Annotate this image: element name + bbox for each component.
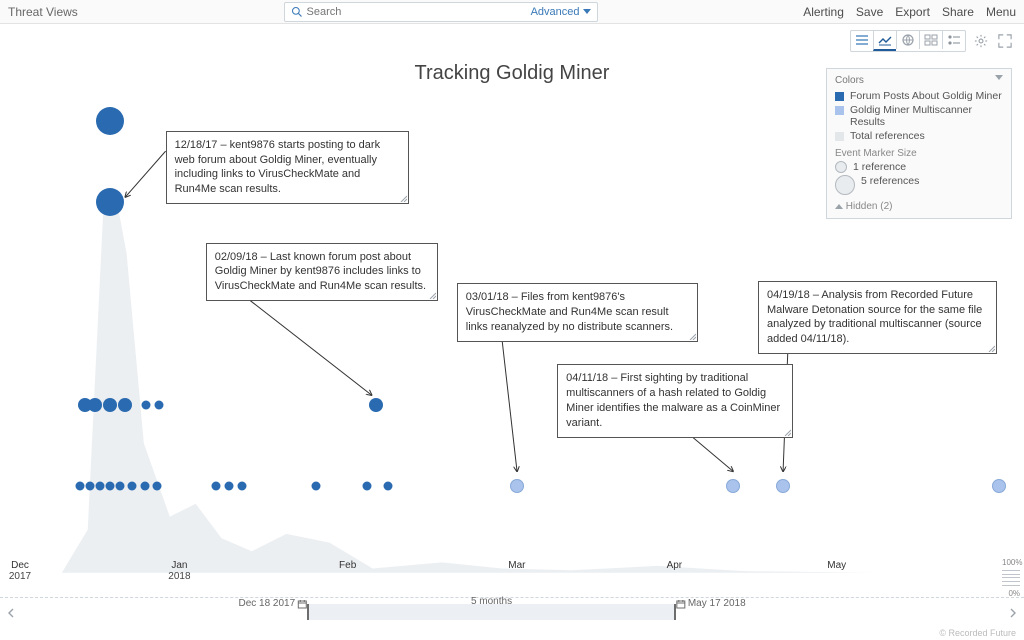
scroll-left-icon[interactable] <box>4 606 18 620</box>
view-list[interactable] <box>851 31 873 49</box>
x-tick: Feb <box>339 560 356 571</box>
y-percent-scale: 100% 0% <box>1002 558 1020 598</box>
resize-icon[interactable] <box>428 291 436 299</box>
x-tick: Apr <box>667 560 683 571</box>
brush-end-handle[interactable]: May 17 2018 <box>676 598 746 609</box>
action-menu[interactable]: Menu <box>986 5 1016 19</box>
x-tick: Dec2017 <box>9 560 31 582</box>
expand-icon[interactable] <box>996 32 1014 50</box>
chart-callout[interactable]: 03/01/18 – Files from kent9876's VirusCh… <box>457 283 698 342</box>
brush-end-label: May 17 2018 <box>688 598 746 609</box>
chevron-down-icon <box>583 9 591 14</box>
time-brush[interactable]: Dec 18 2017 5 months May 17 2018 <box>307 604 676 620</box>
calendar-icon <box>297 599 307 609</box>
brush-start-handle[interactable]: Dec 18 2017 <box>238 598 307 609</box>
view-mode-group <box>850 30 966 52</box>
view-details[interactable] <box>942 31 965 49</box>
brush-duration: 5 months <box>471 596 512 607</box>
chart-callouts: 12/18/17 – kent9876 starts posting to da… <box>10 80 1014 588</box>
chart-callout[interactable]: 04/11/18 – First sighting by traditional… <box>557 364 793 437</box>
brush-start-label: Dec 18 2017 <box>238 598 295 609</box>
scroll-right-icon[interactable] <box>1006 606 1020 620</box>
chart-callout[interactable]: 04/19/18 – Analysis from Recorded Future… <box>758 281 997 354</box>
action-alerting[interactable]: Alerting <box>803 5 844 19</box>
pct-bottom: 0% <box>1002 589 1020 598</box>
calendar-icon <box>676 599 686 609</box>
search-input[interactable] <box>303 6 531 18</box>
top-actions: Alerting Save Export Share Menu <box>803 5 1016 19</box>
action-export[interactable]: Export <box>895 5 930 19</box>
top-bar: Threat Views Advanced Alerting Save Expo… <box>0 0 1024 24</box>
view-table[interactable] <box>919 31 942 49</box>
resize-icon[interactable] <box>688 332 696 340</box>
gear-icon[interactable] <box>972 32 990 50</box>
x-tick: Mar <box>508 560 525 571</box>
search-advanced-toggle[interactable]: Advanced <box>531 6 591 18</box>
resize-icon[interactable] <box>783 428 791 436</box>
search-advanced-label: Advanced <box>531 6 580 18</box>
view-timeline[interactable] <box>873 31 896 51</box>
chart-callout[interactable]: 12/18/17 – kent9876 starts posting to da… <box>166 131 409 204</box>
time-scrubber[interactable]: Dec 18 2017 5 months May 17 2018 100% 0% <box>0 597 1024 626</box>
action-save[interactable]: Save <box>856 5 883 19</box>
view-toolbar <box>0 24 1024 56</box>
chart-x-axis: Dec2017Jan2018FebMarAprMay <box>20 560 1004 588</box>
search-wrap: Advanced <box>78 2 803 22</box>
chart-callout[interactable]: 02/09/18 – Last known forum post about G… <box>206 243 438 302</box>
action-share[interactable]: Share <box>942 5 974 19</box>
resize-icon[interactable] <box>399 194 407 202</box>
resize-icon[interactable] <box>987 344 995 352</box>
footer-copyright: © Recorded Future <box>939 628 1016 638</box>
search-box[interactable]: Advanced <box>284 2 598 22</box>
x-tick: May <box>827 560 846 571</box>
x-tick: Jan2018 <box>168 560 190 582</box>
view-map[interactable] <box>896 31 919 49</box>
pct-top: 100% <box>1002 558 1020 567</box>
page-title: Threat Views <box>8 5 78 19</box>
chart-canvas[interactable]: 12/18/17 – kent9876 starts posting to da… <box>0 80 1024 588</box>
search-icon <box>291 6 303 18</box>
